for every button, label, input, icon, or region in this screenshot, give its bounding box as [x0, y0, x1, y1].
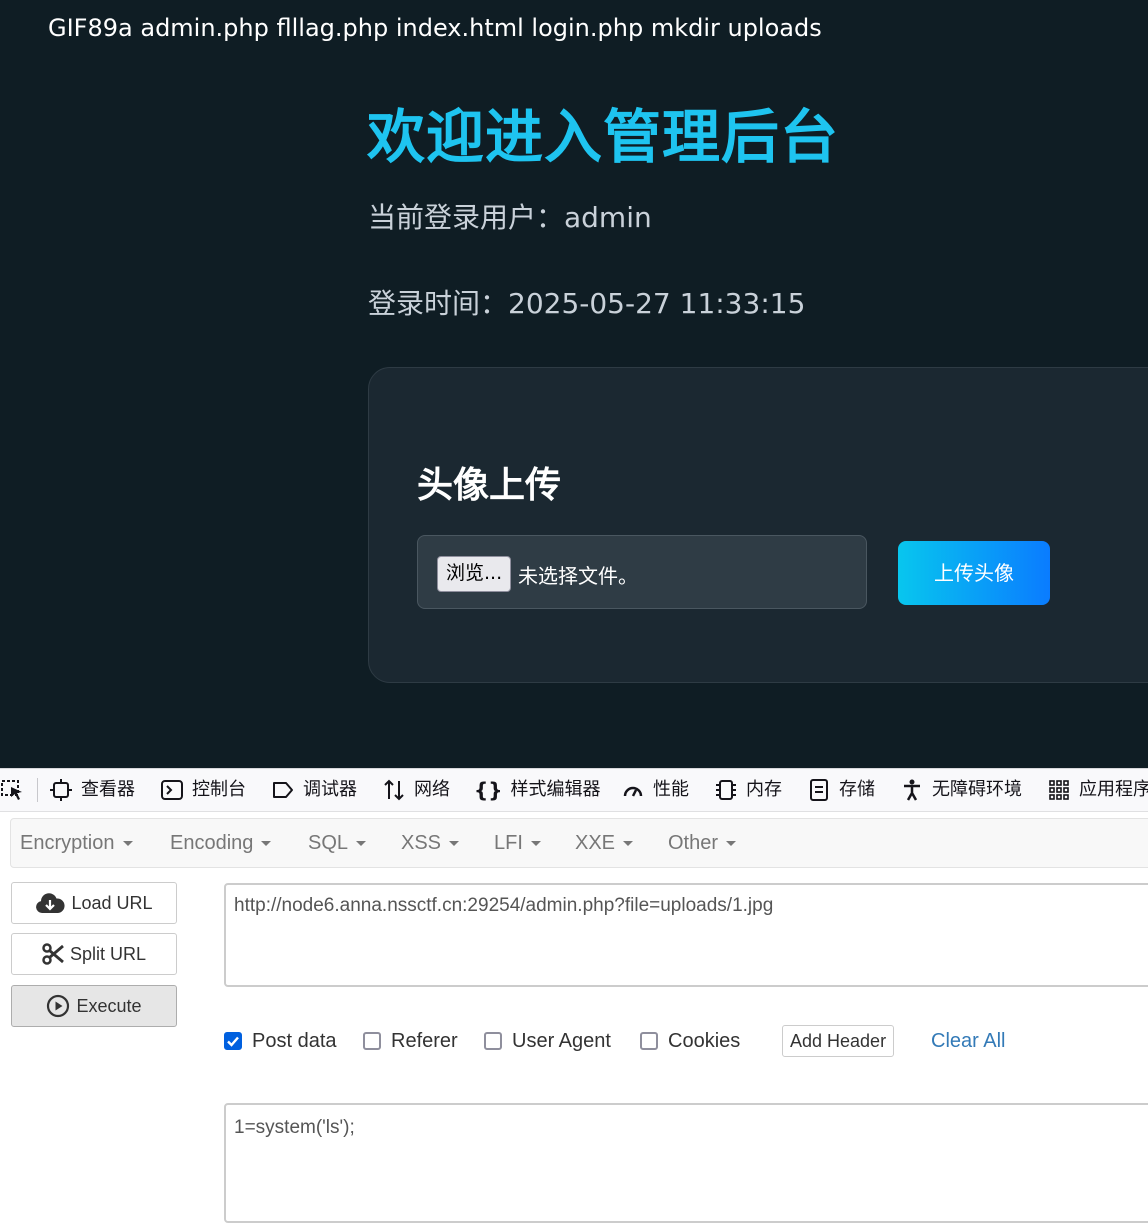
- tab-label: 性能: [653, 779, 689, 800]
- referer-label: Referer: [391, 1029, 458, 1052]
- login-time-text: 登录时间：2025-05-27 11:33:15: [368, 287, 806, 320]
- chevron-down-icon: [356, 841, 367, 847]
- tab-label: 查看器: [81, 779, 135, 800]
- tab-label: 内存: [746, 779, 782, 800]
- tab-label: 网络: [414, 779, 450, 800]
- post-data-checkbox[interactable]: [224, 1032, 242, 1050]
- cookies-label: Cookies: [668, 1029, 741, 1052]
- scissors-icon: [42, 943, 64, 965]
- cookies-checkbox[interactable]: [640, 1032, 658, 1050]
- load-url-button[interactable]: Load URL: [11, 882, 177, 924]
- application-icon: [1049, 780, 1069, 800]
- add-header-button[interactable]: Add Header: [782, 1025, 895, 1057]
- devtools-toolbar: 查看器 控制台 调试器 网络 {} 样式编辑器 性能 内存 存储 无障碍环境 应…: [0, 768, 1148, 812]
- menu-lfi[interactable]: LFI: [494, 819, 541, 867]
- split-url-button[interactable]: Split URL: [11, 933, 177, 975]
- chevron-down-icon: [623, 841, 634, 847]
- browse-button[interactable]: 浏览...: [437, 556, 512, 592]
- referer-checkbox[interactable]: [363, 1032, 381, 1050]
- tab-label: 调试器: [303, 779, 357, 800]
- upload-heading: 头像上传: [417, 465, 562, 506]
- toolbar-divider: [37, 778, 38, 802]
- upload-avatar-button[interactable]: 上传头像: [898, 541, 1050, 605]
- tab-accessibility[interactable]: 无障碍环境: [900, 769, 1022, 811]
- clear-all-link[interactable]: Clear All: [931, 1026, 1005, 1056]
- tab-label: 存储: [839, 779, 875, 800]
- inspector-icon: [50, 779, 72, 801]
- debugger-icon: [273, 782, 293, 798]
- post-data-label: Post data: [252, 1029, 337, 1052]
- chevron-down-icon: [261, 841, 272, 847]
- storage-icon: [810, 779, 828, 801]
- style-editor-icon: {}: [474, 778, 503, 802]
- tab-application[interactable]: 应用程序: [1047, 769, 1148, 811]
- tab-storage[interactable]: 存储: [807, 769, 875, 811]
- network-icon: [384, 779, 404, 801]
- element-picker-icon[interactable]: [0, 769, 26, 811]
- user-agent-checkbox[interactable]: [484, 1032, 502, 1050]
- checkmark-icon: [227, 1036, 239, 1047]
- menu-xss[interactable]: XSS: [401, 819, 460, 867]
- memory-icon: [716, 780, 736, 800]
- url-input[interactable]: http://node6.anna.nssctf.cn:29254/admin.…: [224, 883, 1148, 987]
- page-title: 欢迎进入管理后台: [367, 103, 840, 171]
- user-agent-option[interactable]: User Agent: [484, 1026, 611, 1056]
- cookies-option[interactable]: Cookies: [640, 1026, 740, 1056]
- performance-icon: [623, 786, 643, 797]
- tab-style-editor[interactable]: {} 样式编辑器: [474, 769, 600, 811]
- tab-label: 应用程序: [1079, 779, 1148, 800]
- file-status-text: 未选择文件。: [518, 564, 638, 588]
- tab-network[interactable]: 网络: [382, 769, 450, 811]
- accessibility-icon: [904, 779, 920, 801]
- post-data-input[interactable]: 1=system('ls');: [224, 1103, 1148, 1223]
- tab-memory[interactable]: 内存: [714, 769, 782, 811]
- play-icon: [47, 994, 70, 1018]
- chevron-down-icon: [530, 841, 541, 847]
- file-input[interactable]: 浏览... 未选择文件。: [417, 535, 867, 609]
- menu-xxe[interactable]: XXE: [575, 819, 634, 867]
- execute-label: Execute: [76, 995, 142, 1016]
- tab-inspector[interactable]: 查看器: [49, 769, 135, 811]
- tab-label: 样式编辑器: [510, 779, 601, 800]
- load-url-label: Load URL: [71, 892, 153, 913]
- chevron-down-icon: [726, 841, 737, 847]
- chevron-down-icon: [449, 841, 460, 847]
- menu-encoding[interactable]: Encoding: [170, 819, 272, 867]
- tab-label: 控制台: [192, 779, 246, 800]
- referer-option[interactable]: Referer: [363, 1026, 458, 1056]
- menu-other[interactable]: Other: [668, 819, 737, 867]
- split-url-label: Split URL: [69, 943, 147, 964]
- console-icon: [161, 780, 183, 800]
- page-content: GIF89a admin.php flllag.php index.html l…: [0, 0, 1148, 768]
- tab-console[interactable]: 控制台: [160, 769, 246, 811]
- tab-debugger[interactable]: 调试器: [271, 769, 357, 811]
- hackbar-menu-bar: Encryption Encoding SQL XSS LFI XXE Othe…: [10, 818, 1148, 868]
- tab-label: 无障碍环境: [932, 779, 1022, 800]
- directory-listing-text: GIF89a admin.php flllag.php index.html l…: [48, 14, 822, 42]
- execute-button[interactable]: Execute: [11, 985, 177, 1027]
- user-agent-label: User Agent: [512, 1029, 611, 1052]
- avatar-upload-card: 头像上传 浏览... 未选择文件。 上传头像: [368, 367, 1148, 683]
- post-data-option[interactable]: Post data: [224, 1026, 337, 1056]
- menu-sql[interactable]: SQL: [308, 819, 367, 867]
- chevron-down-icon: [122, 841, 133, 847]
- cloud-download-icon: [36, 893, 66, 913]
- current-user-text: 当前登录用户：admin: [368, 201, 652, 234]
- tab-performance[interactable]: 性能: [621, 769, 689, 811]
- menu-encryption[interactable]: Encryption: [20, 819, 133, 867]
